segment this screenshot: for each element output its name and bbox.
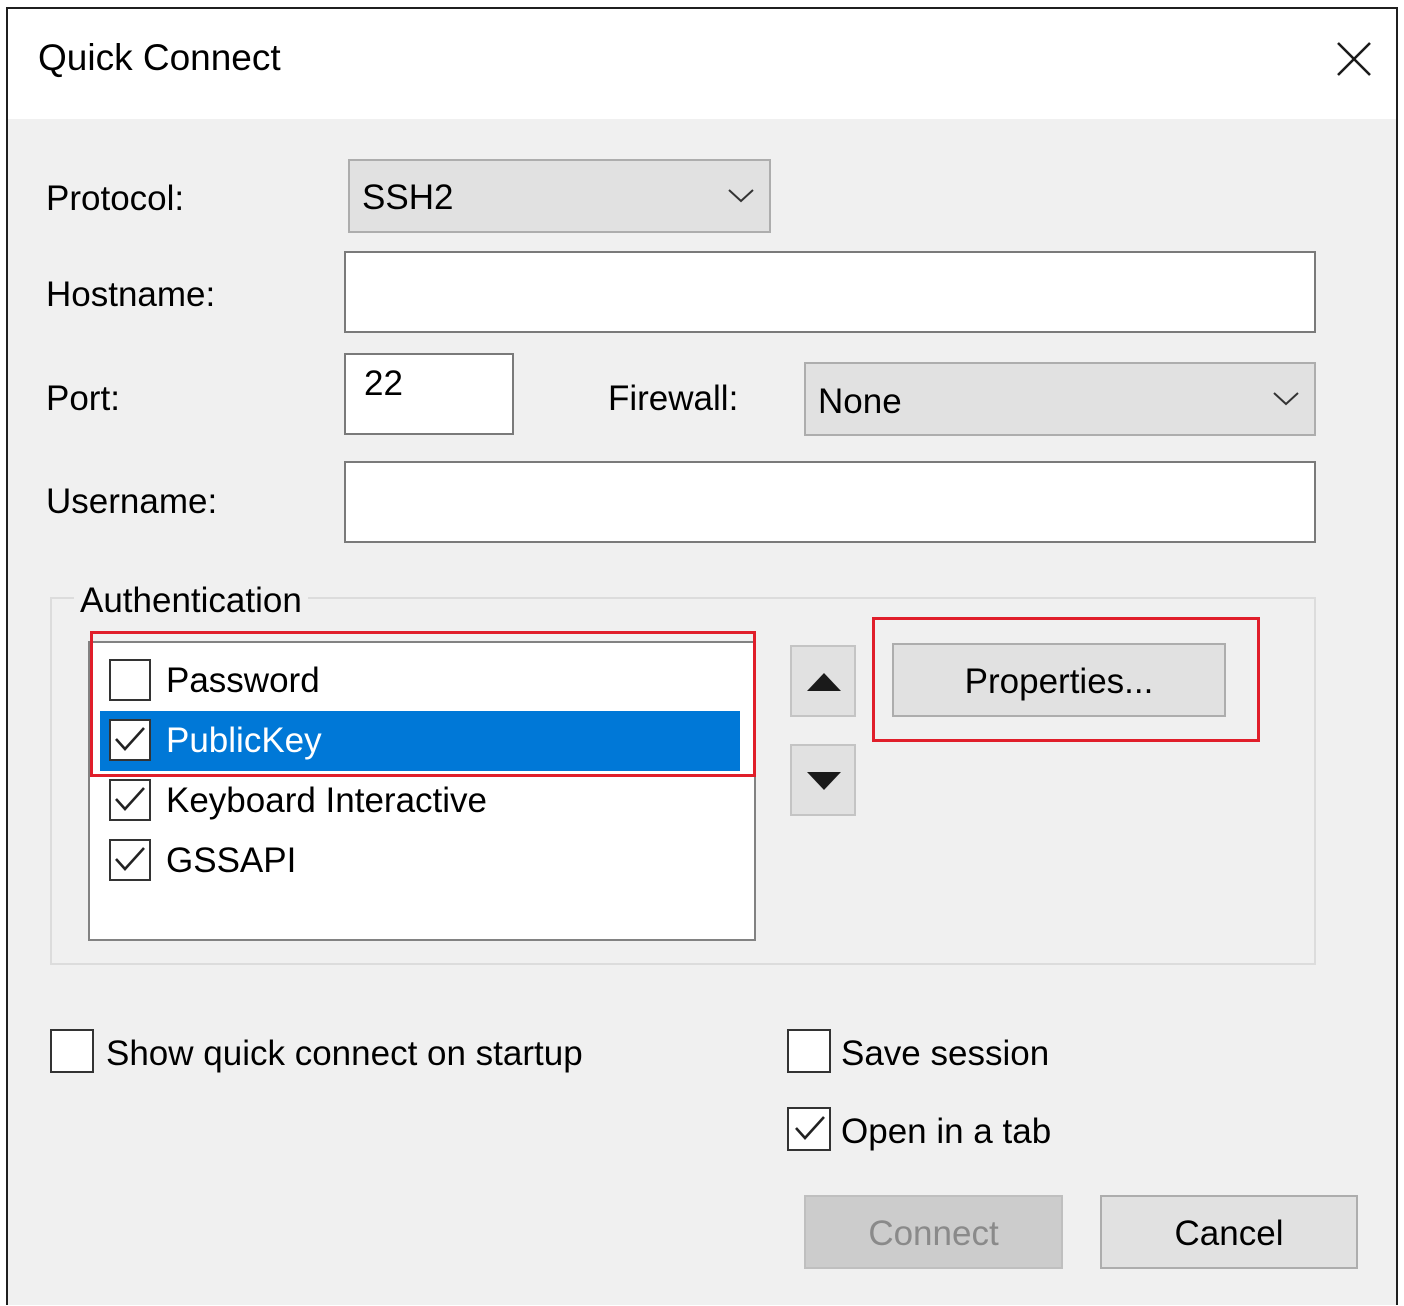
move-down-button[interactable] (790, 744, 856, 816)
close-button[interactable] (1332, 37, 1376, 81)
show-on-startup-label: Show quick connect on startup (106, 1034, 583, 1073)
list-item-label: Password (166, 661, 320, 700)
chevron-down-icon (728, 189, 754, 203)
firewall-label: Firewall: (608, 379, 739, 418)
authentication-legend: Authentication (74, 583, 308, 618)
close-icon (1337, 42, 1371, 76)
checkmark-icon (795, 1116, 825, 1140)
protocol-value: SSH2 (362, 178, 454, 217)
gssapi-checkbox[interactable] (109, 839, 151, 881)
list-item-keyboard-interactive[interactable]: Keyboard Interactive (100, 771, 740, 831)
title-bar: Quick Connect (8, 9, 1396, 119)
publickey-checkbox[interactable] (109, 719, 151, 761)
move-up-button[interactable] (790, 645, 856, 717)
password-checkbox[interactable] (109, 659, 151, 701)
list-item-label: PublicKey (166, 721, 322, 760)
quick-connect-dialog: Quick Connect Protocol: SSH2 Hostname: P… (6, 7, 1398, 1305)
checkmark-icon (115, 847, 145, 871)
list-item-label: GSSAPI (166, 841, 297, 880)
save-session-label: Save session (841, 1034, 1050, 1073)
hostname-label: Hostname: (46, 275, 216, 314)
keyboard-interactive-checkbox[interactable] (109, 779, 151, 821)
username-input[interactable] (344, 461, 1316, 543)
port-label: Port: (46, 379, 120, 418)
open-in-tab-label: Open in a tab (841, 1112, 1052, 1151)
firewall-select[interactable]: None (804, 362, 1316, 436)
hostname-input[interactable] (344, 251, 1316, 333)
open-in-tab-checkbox[interactable] (787, 1107, 831, 1151)
authentication-list[interactable]: Password PublicKey Keyboard Interactive (88, 641, 756, 941)
list-item-password[interactable]: Password (100, 651, 740, 711)
list-item-label: Keyboard Interactive (166, 781, 488, 820)
show-on-startup-checkbox[interactable] (50, 1029, 94, 1073)
list-item-gssapi[interactable]: GSSAPI (100, 831, 740, 891)
connect-button[interactable]: Connect (804, 1195, 1063, 1269)
username-label: Username: (46, 482, 218, 521)
chevron-down-icon (1273, 392, 1299, 406)
checkmark-icon (115, 727, 145, 751)
protocol-select[interactable]: SSH2 (348, 159, 771, 233)
dialog-title: Quick Connect (38, 37, 281, 78)
port-input[interactable] (344, 353, 514, 435)
properties-button[interactable]: Properties... (892, 643, 1226, 717)
triangle-up-icon (807, 673, 841, 691)
list-item-publickey[interactable]: PublicKey (100, 711, 740, 771)
save-session-checkbox[interactable] (787, 1029, 831, 1073)
triangle-down-icon (807, 772, 841, 790)
checkmark-icon (115, 787, 145, 811)
cancel-button[interactable]: Cancel (1100, 1195, 1358, 1269)
protocol-label: Protocol: (46, 179, 185, 218)
firewall-value: None (818, 382, 902, 421)
